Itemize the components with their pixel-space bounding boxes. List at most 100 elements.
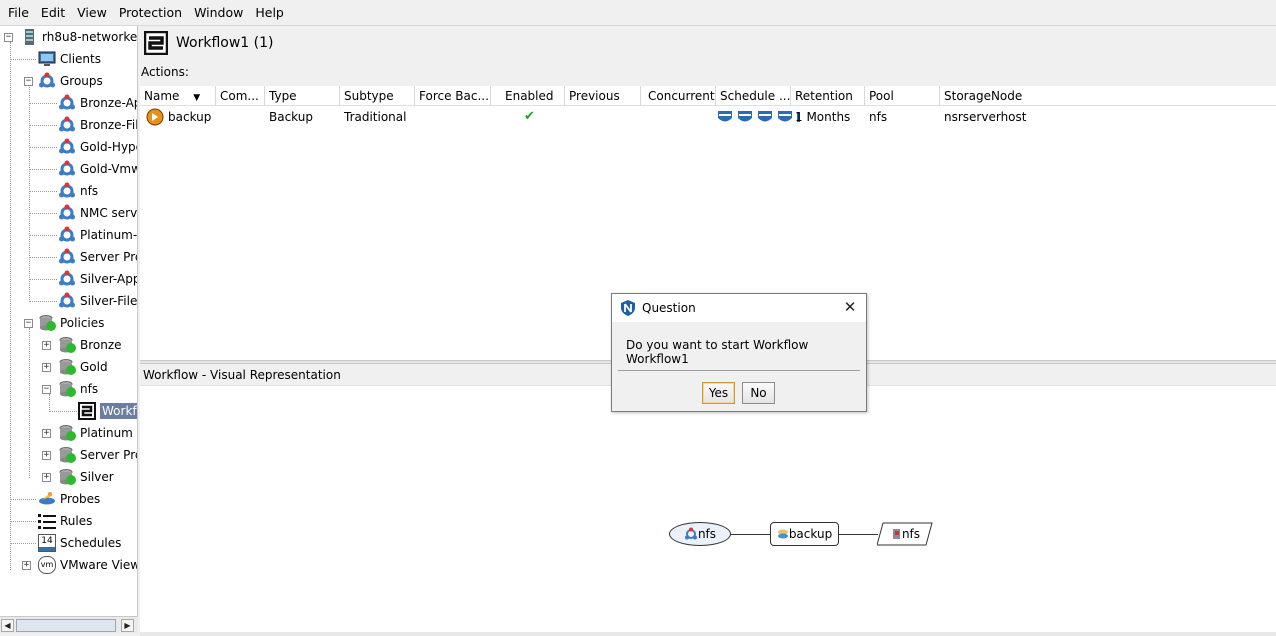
root-collapse-toggle[interactable]: − — [4, 33, 13, 42]
group-icon — [58, 182, 76, 200]
tree-item-group[interactable]: Server Prc — [58, 246, 138, 268]
tree-item-label: Policies — [60, 316, 105, 330]
pool-icon — [892, 529, 900, 539]
column-header-comment[interactable]: Com... — [216, 86, 265, 106]
column-header-force-backup[interactable]: Force Bac... — [415, 86, 491, 106]
workflow-group-node[interactable]: nfs — [669, 522, 731, 546]
tree-item-label: Gold — [80, 360, 108, 374]
column-header-concurrent[interactable]: Concurrent — [641, 86, 716, 106]
column-header-retention[interactable]: Retention — [791, 86, 865, 106]
workflow-title-bar: Workflow1 (1) — [140, 26, 1276, 60]
tree-item-schedules[interactable]: 14 Schedules — [38, 532, 121, 554]
tree-item-label: nfs — [80, 184, 99, 198]
collapse-toggle[interactable]: − — [42, 385, 51, 394]
tree-item-group[interactable]: Platinum-I — [58, 224, 137, 246]
tree-root-label: rh8u8-networker — [42, 30, 138, 44]
tree-item-group[interactable]: Gold-Vmw — [58, 158, 138, 180]
menu-bar: File Edit View Protection Window Help — [0, 0, 1276, 26]
column-header-previous[interactable]: Previous — [565, 86, 641, 106]
tree-line — [49, 394, 50, 412]
cell-name: backup — [142, 106, 211, 128]
tree-line — [29, 279, 57, 280]
tree-item-label: VMware View — [60, 558, 138, 572]
expand-toggle[interactable]: + — [42, 451, 51, 460]
column-header-type[interactable]: Type — [265, 86, 340, 106]
tree-item-rules[interactable]: Rules — [38, 510, 92, 532]
column-header-subtype[interactable]: Subtype — [340, 86, 415, 106]
workflow-icon — [78, 402, 96, 420]
close-icon[interactable]: ✕ — [842, 299, 858, 315]
policies-collapse-toggle[interactable]: − — [24, 319, 33, 328]
cell-schedule — [716, 106, 801, 128]
vmware-icon: vm — [38, 556, 56, 574]
navigation-tree[interactable]: − rh8u8-networker Clients − Groups Bronz… — [0, 26, 138, 616]
menu-view[interactable]: View — [71, 0, 113, 26]
tree-item-label: nfs — [80, 382, 99, 396]
tree-item-group[interactable]: NMC serv — [58, 202, 137, 224]
workflow-node-label: backup — [788, 527, 833, 541]
schedule-day-icon — [738, 111, 752, 122]
tree-item-label: Gold-Vmw — [80, 162, 138, 176]
tree-item-workflow[interactable]: Workfl — [78, 400, 137, 422]
vmware-icon-text: vm — [40, 560, 54, 569]
menu-protection[interactable]: Protection — [113, 0, 188, 26]
tree-item-group[interactable]: Bronze-Ap — [58, 92, 137, 114]
cell-storage-node: nsrserverhost — [944, 110, 1027, 124]
scroll-left-arrow-icon[interactable]: ◀ — [1, 619, 14, 632]
tree-item-clients[interactable]: Clients — [38, 48, 101, 70]
tree-item-policies[interactable]: Policies — [38, 312, 104, 334]
tree-item-group[interactable]: Gold-Hype — [58, 136, 137, 158]
menu-window[interactable]: Window — [188, 0, 249, 26]
tree-item-groups[interactable]: Groups — [38, 70, 103, 92]
scroll-right-arrow-icon[interactable]: ▶ — [121, 619, 134, 632]
workflow-pool-node[interactable]: nfs — [877, 522, 933, 546]
column-header-name[interactable]: Name ▼ — [140, 86, 216, 106]
menu-edit[interactable]: Edit — [35, 0, 71, 26]
tree-item-policy[interactable]: Silver — [58, 466, 114, 488]
tree-item-label: Bronze — [80, 338, 122, 352]
policy-icon — [58, 468, 76, 486]
tree-line — [29, 82, 30, 302]
tree-item-group[interactable]: Silver-App — [58, 268, 137, 290]
dialog-title-bar[interactable]: Question ✕ — [612, 294, 866, 322]
tree-root[interactable]: rh8u8-networker — [20, 26, 138, 48]
tree-item-group[interactable]: Bronze-Fil — [58, 114, 137, 136]
tree-item-policy[interactable]: Bronze — [58, 334, 122, 356]
groups-collapse-toggle[interactable]: − — [24, 77, 33, 86]
expand-toggle[interactable]: + — [22, 561, 31, 570]
tree-line — [29, 147, 57, 148]
policy-icon — [58, 336, 76, 354]
workflow-visual-canvas[interactable]: nfs backup nfs — [140, 386, 1276, 636]
no-button[interactable]: No — [742, 382, 775, 404]
column-header-storage-node[interactable]: StorageNode — [940, 86, 1040, 106]
tree-item-policy[interactable]: Platinum — [58, 422, 133, 444]
expand-toggle[interactable]: + — [42, 429, 51, 438]
tree-line — [29, 301, 57, 302]
tree-line — [49, 411, 77, 412]
tree-item-vmware-view[interactable]: vm VMware View — [38, 554, 138, 576]
tree-item-group[interactable]: nfs — [58, 180, 98, 202]
cell-subtype: Traditional — [344, 110, 407, 124]
expand-toggle[interactable]: + — [42, 363, 51, 372]
column-header-pool[interactable]: Pool — [865, 86, 940, 106]
column-header-enabled[interactable]: Enabled — [491, 86, 565, 106]
table-row[interactable]: backup Backup Traditional ✔ 1 Months nfs… — [140, 106, 1276, 128]
expand-toggle[interactable]: + — [42, 473, 51, 482]
expand-toggle[interactable]: + — [42, 341, 51, 350]
tree-item-policy-nfs[interactable]: nfs — [58, 378, 98, 400]
tree-item-policy[interactable]: Gold — [58, 356, 108, 378]
scroll-thumb[interactable] — [16, 619, 116, 632]
workflow-node-label: nfs — [901, 527, 921, 541]
tree-item-label: Server Prc — [80, 250, 138, 264]
tree-line — [10, 543, 36, 544]
tree-item-probes[interactable]: Probes — [38, 488, 100, 510]
menu-file[interactable]: File — [2, 0, 35, 26]
column-header-schedule[interactable]: Schedule ... — [716, 86, 791, 106]
workflow-action-node[interactable]: backup — [770, 522, 839, 546]
menu-help[interactable]: Help — [249, 0, 290, 26]
tree-item-policy[interactable]: Server Prc — [58, 444, 137, 466]
tree-item-label: Silver-File — [80, 294, 138, 308]
tree-item-group[interactable]: Silver-File — [58, 290, 137, 312]
tree-horizontal-scrollbar[interactable]: ◀ ▶ — [0, 616, 138, 633]
yes-button[interactable]: Yes — [702, 382, 735, 404]
